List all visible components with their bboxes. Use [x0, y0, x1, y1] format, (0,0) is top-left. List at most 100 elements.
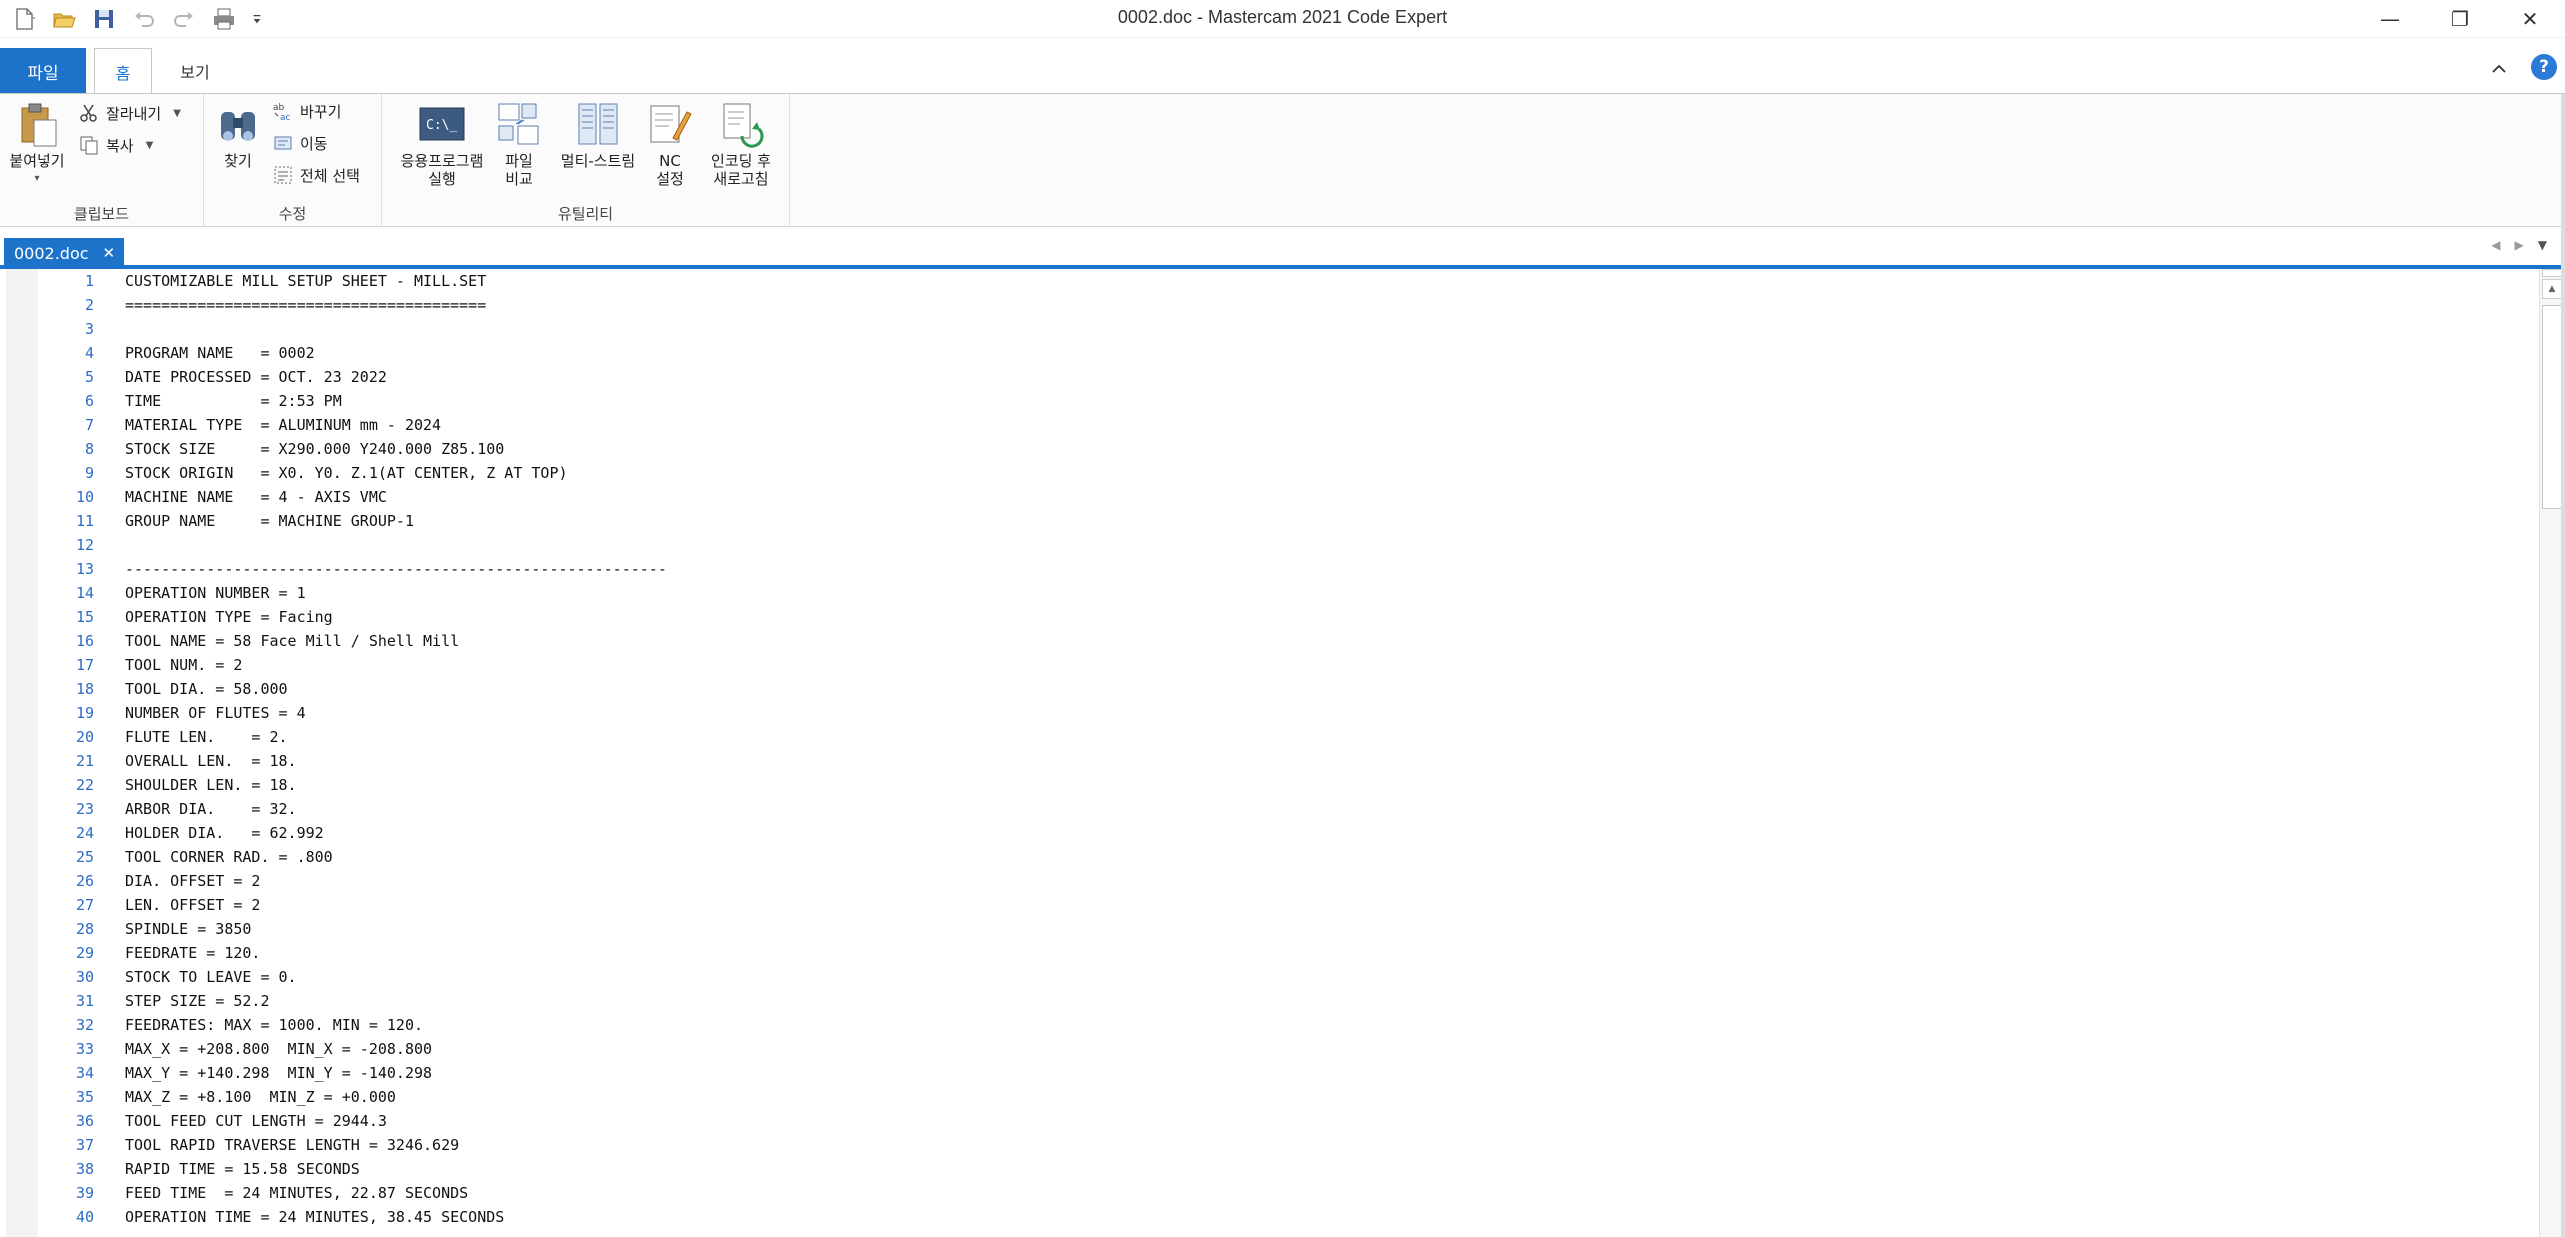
run-app-button[interactable]: C:\_ 응용프로그램 실행 — [392, 100, 492, 188]
line-number: 29 — [75, 944, 94, 962]
code-line[interactable]: 36 TOOL FEED CUT LENGTH = 2944.3 — [38, 1109, 2535, 1133]
line-number: 1 — [84, 272, 94, 290]
code-line[interactable]: 19 NUMBER OF FLUTES = 4 — [38, 701, 2535, 725]
scroll-tabs-left-icon[interactable]: ◀ — [2491, 238, 2500, 252]
code-line[interactable]: 31 STEP SIZE = 52.2 — [38, 989, 2535, 1013]
file-compare-label-2: 비교 — [505, 170, 533, 188]
code-line[interactable]: 17 TOOL NUM. = 2 — [38, 653, 2535, 677]
code-line[interactable]: 11 GROUP NAME = MACHINE GROUP-1 — [38, 509, 2535, 533]
code-line[interactable]: 18 TOOL DIA. = 58.000 — [38, 677, 2535, 701]
line-text: MAX_Z = +8.100 MIN_Z = +0.000 — [125, 1088, 396, 1106]
scrollbar-thumb[interactable] — [2542, 305, 2562, 509]
restore-button[interactable]: ❐ — [2425, 0, 2495, 38]
copy-dropdown-icon[interactable]: ▼ — [146, 140, 154, 151]
cut-button[interactable]: 잘라내기 ▼ — [78, 102, 181, 124]
multistream-button[interactable]: 멀티-스트림 — [552, 100, 644, 170]
find-button[interactable]: 찾기 — [214, 100, 262, 170]
code-line[interactable]: 32 FEEDRATES: MAX = 1000. MIN = 120. — [38, 1013, 2535, 1037]
document-tab[interactable]: 0002.doc ✕ — [4, 238, 124, 268]
nc-label-1: NC — [659, 152, 681, 170]
code-line[interactable]: 28 SPINDLE = 3850 — [38, 917, 2535, 941]
cut-dropdown-icon[interactable]: ▼ — [173, 108, 181, 119]
code-line[interactable]: 23 ARBOR DIA. = 32. — [38, 797, 2535, 821]
code-line[interactable]: 7 MATERIAL TYPE = ALUMINUM mm - 2024 — [38, 413, 2535, 437]
line-number: 22 — [75, 776, 94, 794]
code-line[interactable]: 35 MAX_Z = +8.100 MIN_Z = +0.000 — [38, 1085, 2535, 1109]
file-compare-button[interactable]: 파일 비교 — [494, 100, 544, 188]
scroll-up-icon[interactable]: ▲ — [2542, 279, 2562, 299]
tab-list-dropdown-icon[interactable]: ▼ — [2538, 238, 2547, 252]
collapse-ribbon-icon[interactable] — [2491, 58, 2507, 79]
line-text: ----------------------------------------… — [125, 560, 667, 578]
code-line[interactable]: 12 — [38, 533, 2535, 557]
editor-lines[interactable]: 1 CUSTOMIZABLE MILL SETUP SHEET - MILL.SE… — [38, 269, 2535, 1229]
code-line[interactable]: 4 PROGRAM NAME = 0002 — [38, 341, 2535, 365]
line-number: 33 — [75, 1040, 94, 1058]
code-line[interactable]: 38 RAPID TIME = 15.58 SECONDS — [38, 1157, 2535, 1181]
code-line[interactable]: 25 TOOL CORNER RAD. = .800 — [38, 845, 2535, 869]
code-line[interactable]: 9 STOCK ORIGIN = X0. Y0. Z.1(AT CENTER, Z… — [38, 461, 2535, 485]
select-all-icon — [274, 166, 292, 184]
minimize-button[interactable]: — — [2355, 0, 2425, 38]
code-line[interactable]: 22 SHOULDER LEN. = 18. — [38, 773, 2535, 797]
encode-label-2: 새로고침 — [713, 170, 769, 188]
goto-button[interactable]: 이동 — [272, 132, 328, 154]
tab-view[interactable]: 보기 — [160, 48, 230, 94]
code-line[interactable]: 13 --------------------------------------… — [38, 557, 2535, 581]
code-line[interactable]: 20 FLUTE LEN. = 2. — [38, 725, 2535, 749]
line-text: TOOL NAME = 58 Face Mill / Shell Mill — [125, 632, 460, 650]
scroll-tabs-right-icon[interactable]: ▶ — [2515, 238, 2524, 252]
code-line[interactable]: 29 FEEDRATE = 120. — [38, 941, 2535, 965]
code-line[interactable]: 3 — [38, 317, 2535, 341]
code-line[interactable]: 39 FEED TIME = 24 MINUTES, 22.87 SECONDS — [38, 1181, 2535, 1205]
replace-button[interactable]: ab ac 바꾸기 — [272, 100, 342, 123]
select-all-button[interactable]: 전체 선택 — [272, 164, 360, 186]
window-controls: — ❐ ✕ — [2355, 0, 2565, 38]
code-line[interactable]: 40 OPERATION TIME = 24 MINUTES, 38.45 SEC… — [38, 1205, 2535, 1229]
help-icon[interactable]: ? — [2531, 54, 2557, 80]
close-tab-icon[interactable]: ✕ — [103, 244, 116, 262]
replace-label: 바꾸기 — [300, 102, 342, 121]
tab-home[interactable]: 홈 — [94, 48, 152, 95]
title-bar: 0002.doc - Mastercam 2021 Code Expert — … — [0, 0, 2565, 38]
code-line[interactable]: 30 STOCK TO LEAVE = 0. — [38, 965, 2535, 989]
code-line[interactable]: 34 MAX_Y = +140.298 MIN_Y = -140.298 — [38, 1061, 2535, 1085]
paste-icon — [21, 103, 57, 147]
nc-settings-button[interactable]: NC 설정 — [650, 100, 692, 188]
code-line[interactable]: 1 CUSTOMIZABLE MILL SETUP SHEET - MILL.SE… — [38, 269, 2535, 293]
line-text: TOOL FEED CUT LENGTH = 2944.3 — [125, 1112, 387, 1130]
line-number: 38 — [75, 1160, 94, 1178]
line-text: STOCK TO LEAVE = 0. — [125, 968, 297, 986]
line-text: OVERALL LEN. = 18. — [125, 752, 297, 770]
scrollbar-top-button[interactable] — [2542, 269, 2562, 277]
copy-icon — [80, 136, 98, 155]
code-editor[interactable]: 1 CUSTOMIZABLE MILL SETUP SHEET - MILL.SE… — [0, 269, 2565, 1237]
code-line[interactable]: 5 DATE PROCESSED = OCT. 23 2022 — [38, 365, 2535, 389]
binoculars-icon — [221, 112, 255, 141]
code-line[interactable]: 10 MACHINE NAME = 4 - AXIS VMC — [38, 485, 2535, 509]
line-text: FLUTE LEN. = 2. — [125, 728, 288, 746]
code-line[interactable]: 14 OPERATION NUMBER = 1 — [38, 581, 2535, 605]
code-line[interactable]: 21 OVERALL LEN. = 18. — [38, 749, 2535, 773]
line-text: STEP SIZE = 52.2 — [125, 992, 270, 1010]
line-text: TIME = 2:53 PM — [125, 392, 342, 410]
code-line[interactable]: 15 OPERATION TYPE = Facing — [38, 605, 2535, 629]
code-line[interactable]: 24 HOLDER DIA. = 62.992 — [38, 821, 2535, 845]
code-line[interactable]: 27 LEN. OFFSET = 2 — [38, 893, 2535, 917]
close-button[interactable]: ✕ — [2495, 0, 2565, 38]
paste-button[interactable]: 붙여넣기 ▾ — [4, 100, 70, 188]
tab-file[interactable]: 파일 — [0, 48, 86, 94]
multistream-icon — [578, 103, 618, 145]
copy-button[interactable]: 복사 ▼ — [78, 134, 153, 156]
code-line[interactable]: 6 TIME = 2:53 PM — [38, 389, 2535, 413]
line-number: 15 — [75, 608, 94, 626]
code-line[interactable]: 16 TOOL NAME = 58 Face Mill / Shell Mill — [38, 629, 2535, 653]
code-line[interactable]: 33 MAX_X = +208.800 MIN_X = -208.800 — [38, 1037, 2535, 1061]
line-text: NUMBER OF FLUTES = 4 — [125, 704, 306, 722]
line-text: STOCK ORIGIN = X0. Y0. Z.1(AT CENTER, Z … — [125, 464, 568, 482]
code-line[interactable]: 26 DIA. OFFSET = 2 — [38, 869, 2535, 893]
encoding-refresh-button[interactable]: 인코딩 후 새로고침 — [698, 100, 784, 188]
code-line[interactable]: 2 =======================================… — [38, 293, 2535, 317]
code-line[interactable]: 37 TOOL RAPID TRAVERSE LENGTH = 3246.629 — [38, 1133, 2535, 1157]
code-line[interactable]: 8 STOCK SIZE = X290.000 Y240.000 Z85.100 — [38, 437, 2535, 461]
